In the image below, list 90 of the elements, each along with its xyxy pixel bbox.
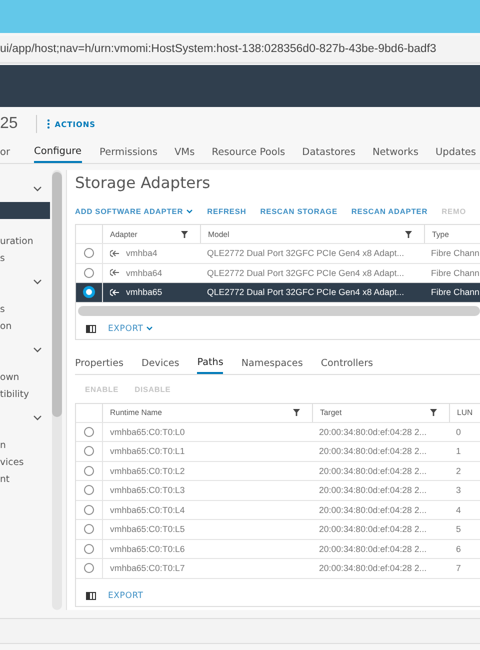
tab[interactable]: Updates — [435, 141, 480, 163]
radio-button[interactable] — [84, 426, 94, 437]
tab[interactable]: Properties — [75, 354, 124, 374]
scrollbar-track[interactable] — [52, 170, 62, 610]
tab[interactable]: Resource Pools — [212, 141, 294, 163]
table-cell: 3 — [456, 485, 461, 496]
tab[interactable]: or — [0, 141, 10, 163]
export-button[interactable]: EXPORT — [108, 324, 154, 334]
table-cell: 20:00:34:80:0d:ef:04:28 2... — [319, 524, 427, 534]
table-cell: QLE2772 Dual Port 32GFC PCIe Gen4 x8 Adapt... — [207, 287, 404, 298]
scrollbar-thumb[interactable] — [52, 172, 62, 417]
table-cell: vmhba65:C0:T0:L2 — [110, 466, 185, 476]
radio-button[interactable] — [83, 286, 95, 298]
table-cell: vmhba65:C0:T0:L7 — [110, 563, 185, 574]
radio-button[interactable] — [84, 544, 94, 554]
table-cell: vmhba65:C0:T0:L5 — [110, 524, 185, 534]
table-cell: vmhba65:C0:T0:L3 — [110, 485, 185, 496]
chevron-down-icon[interactable] — [33, 347, 42, 353]
table-cell: 5 — [456, 524, 461, 534]
radio-button[interactable] — [84, 446, 94, 456]
table-cell: 0 — [456, 426, 461, 437]
scrollbar-track[interactable] — [78, 306, 480, 316]
caret-icon — [146, 326, 154, 331]
table-cell: vmhba65:C0:T0:L6 — [110, 544, 185, 554]
filter-icon — [293, 409, 300, 416]
chevron-down-icon[interactable] — [33, 186, 42, 192]
tab[interactable]: Datastores — [302, 141, 364, 163]
tab[interactable]: Paths — [197, 354, 224, 374]
table-cell: Fibre Chann — [431, 287, 480, 298]
table-cell: Fibre Chann — [431, 248, 480, 258]
table-cell: vmhba65:C0:T0:L1 — [110, 446, 185, 456]
radio-button[interactable] — [84, 268, 94, 278]
table-cell: 20:00:34:80:0d:ef:04:28 2... — [319, 544, 427, 554]
export-button[interactable]: EXPORT — [108, 590, 144, 600]
tab[interactable]: Permissions — [100, 141, 166, 163]
object-title: 25 — [0, 115, 18, 133]
sidebar-item[interactable]: own — [0, 369, 50, 386]
filter-icon — [430, 409, 437, 416]
table-cell: vmhba4 — [126, 248, 158, 258]
more-vertical-icon — [46, 119, 50, 129]
tab[interactable]: Networks — [372, 141, 426, 163]
table-cell: 20:00:34:80:0d:ef:04:28 2... — [319, 563, 427, 574]
tab[interactable]: Namespaces — [241, 354, 303, 374]
table-cell: 7 — [456, 563, 461, 574]
table-cell: QLE2772 Dual Port 32GFC PCIe Gen4 x8 Adapt... — [207, 268, 404, 278]
tab[interactable]: Configure — [34, 141, 82, 163]
sidebar-item[interactable]: nt — [0, 471, 50, 488]
table-cell: QLE2772 Dual Port 32GFC PCIe Gen4 x8 Adapt... — [207, 248, 404, 258]
filter-icon — [181, 230, 188, 238]
sidebar-item[interactable]: s — [0, 250, 50, 267]
radio-button[interactable] — [84, 563, 94, 574]
table-cell: 20:00:34:80:0d:ef:04:28 2... — [319, 426, 427, 437]
table-cell: 20:00:34:80:0d:ef:04:28 2... — [319, 466, 427, 476]
table-cell: 1 — [456, 446, 461, 456]
table-cell: vmhba65 — [126, 287, 162, 298]
radio-button[interactable] — [84, 504, 94, 515]
adapter-icon — [110, 248, 120, 258]
radio-button[interactable] — [84, 485, 94, 496]
table-cell: Fibre Chann — [431, 268, 480, 278]
sidebar-item[interactable]: n — [0, 437, 50, 454]
section-title: Storage Adapters — [75, 174, 212, 194]
columns-icon — [86, 592, 96, 600]
table-cell: 20:00:34:80:0d:ef:04:28 2... — [319, 485, 427, 496]
filter-icon — [405, 230, 412, 238]
table-cell: 6 — [456, 544, 461, 554]
tab[interactable]: Devices — [141, 354, 180, 374]
tab[interactable]: VMs — [174, 141, 203, 163]
table-cell: 2 — [456, 466, 461, 476]
sidebar-item[interactable]: on — [0, 318, 50, 335]
adapter-icon — [110, 288, 120, 297]
sidebar-item[interactable]: s — [0, 301, 50, 318]
table-cell: 20:00:34:80:0d:ef:04:28 2... — [319, 504, 427, 515]
adapter-icon — [110, 268, 120, 278]
sidebar-item[interactable]: vices — [0, 454, 50, 471]
table-cell: 20:00:34:80:0d:ef:04:28 2... — [319, 446, 427, 456]
radio-button[interactable] — [84, 524, 94, 534]
url-text: ui/app/host;nav=h/urn:vmomi:HostSystem:host-138:028356d0-827b-43be-9bd6-badf3 — [0, 43, 436, 55]
table-cell: 4 — [456, 504, 461, 515]
caret-icon — [186, 208, 194, 214]
table-cell: vmhba65:C0:T0:L0 — [110, 426, 185, 437]
sidebar-item[interactable]: tibility — [0, 386, 50, 403]
radio-button[interactable] — [84, 466, 94, 476]
table-cell: vmhba64 — [126, 268, 162, 278]
sidebar-item[interactable]: uration — [0, 233, 50, 250]
table-cell: vmhba65:C0:T0:L4 — [110, 504, 185, 515]
chevron-down-icon[interactable] — [33, 415, 42, 421]
tab[interactable]: Controllers — [320, 354, 374, 374]
columns-icon — [86, 324, 96, 332]
chevron-down-icon[interactable] — [33, 279, 42, 285]
radio-button[interactable] — [84, 248, 94, 258]
